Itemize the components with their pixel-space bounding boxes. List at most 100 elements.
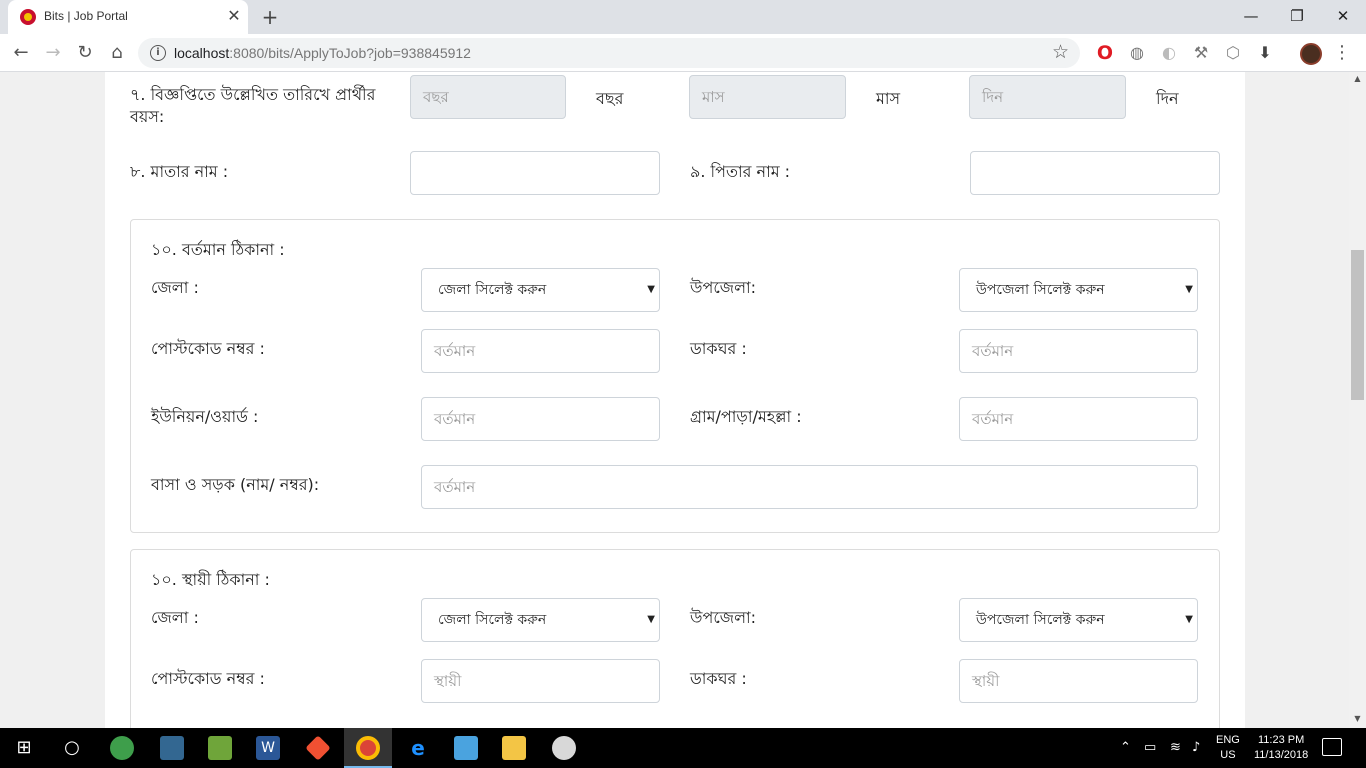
browser-toolbar: ← → ↻ ⌂ i localhost:8080/bits/ApplyToJob… bbox=[0, 34, 1366, 72]
globe-extension-icon[interactable]: ◍ bbox=[1126, 42, 1148, 64]
cortana-search-icon[interactable]: ○ bbox=[48, 728, 96, 768]
chevron-down-icon: ▼ bbox=[1185, 614, 1193, 625]
present-house-road-input[interactable]: বর্তমান bbox=[421, 465, 1198, 509]
lang-region: US bbox=[1220, 749, 1236, 761]
taskbar-app-word-icon[interactable]: W bbox=[244, 728, 292, 768]
home-icon[interactable]: ⌂ bbox=[104, 40, 130, 66]
taskbar-app-leaf-icon[interactable] bbox=[98, 728, 146, 768]
reload-icon[interactable]: ↻ bbox=[72, 40, 98, 66]
battery-icon[interactable]: ▭ bbox=[1144, 728, 1156, 768]
age-year-input[interactable]: বছর bbox=[410, 75, 566, 119]
taskbar-app-postgres-icon[interactable] bbox=[148, 728, 196, 768]
action-center-icon[interactable] bbox=[1322, 738, 1342, 756]
windows-start-icon[interactable]: ⊞ bbox=[0, 728, 48, 768]
taskbar-app-chrome-icon[interactable] bbox=[344, 728, 392, 768]
clock-time: 11:23 PM bbox=[1257, 734, 1305, 746]
present-district-value: জেলা সিলেক্ট করুন bbox=[438, 282, 547, 298]
age-day-unit: দিন bbox=[1156, 89, 1179, 108]
new-tab-button[interactable]: + bbox=[258, 5, 282, 29]
present-post-office-label: ডাকঘর : bbox=[690, 339, 747, 358]
mother-name-input[interactable] bbox=[410, 151, 660, 195]
browser-titlebar: Bits | Job Portal ✕ + — ❐ ✕ bbox=[0, 0, 1366, 34]
url-path: :8080/bits/ApplyToJob?job=938845912 bbox=[229, 45, 471, 61]
permanent-district-select[interactable]: জেলা সিলেক্ট করুন ▼ bbox=[421, 598, 660, 642]
present-district-select[interactable]: জেলা সিলেক্ট করুন ▼ bbox=[421, 268, 660, 312]
ghost-extension-icon[interactable]: ◐ bbox=[1158, 42, 1180, 64]
present-upazila-value: উপজেলা সিলেক্ট করুন bbox=[976, 282, 1105, 298]
taskbar-app-monitor-icon[interactable] bbox=[442, 728, 490, 768]
present-address-panel: ১০. বর্তমান ঠিকানা : জেলা : জেলা সিলেক্ট… bbox=[130, 219, 1220, 533]
present-union-label: ইউনিয়ন/ওয়ার্ড : bbox=[151, 407, 259, 426]
chevron-down-icon: ▼ bbox=[1185, 284, 1193, 295]
taskbar-app-edge-icon[interactable]: e bbox=[394, 728, 442, 768]
scrollbar-thumb[interactable] bbox=[1351, 250, 1364, 400]
tool-extension-icon[interactable]: ⚒ bbox=[1190, 42, 1212, 64]
permanent-post-office-label: ডাকঘর : bbox=[690, 669, 747, 688]
age-day-input[interactable]: দিন bbox=[969, 75, 1126, 119]
page-scrollbar[interactable]: ▲ ▼ bbox=[1349, 72, 1366, 728]
back-arrow-icon[interactable]: ← bbox=[8, 40, 34, 66]
permanent-upazila-label: উপজেলা: bbox=[690, 608, 757, 627]
wifi-icon[interactable]: ≋ bbox=[1170, 728, 1181, 768]
chevron-down-icon: ▼ bbox=[647, 614, 655, 625]
mother-name-label: ৮. মাতার নাম : bbox=[130, 162, 229, 181]
present-union-input[interactable]: বর্তমান bbox=[421, 397, 660, 441]
bookmark-star-icon[interactable]: ☆ bbox=[1052, 41, 1069, 63]
browser-tab[interactable]: Bits | Job Portal ✕ bbox=[8, 0, 248, 34]
tab-title: Bits | Job Portal bbox=[44, 9, 128, 23]
present-address-title: ১০. বর্তমান ঠিকানা : bbox=[151, 240, 285, 259]
scroll-up-arrow-icon[interactable]: ▲ bbox=[1349, 74, 1366, 86]
present-postcode-input[interactable]: বর্তমান bbox=[421, 329, 660, 373]
system-clock[interactable]: 11:23 PM 11/13/2018 bbox=[1254, 733, 1308, 763]
age-month-input[interactable]: মাস bbox=[689, 75, 846, 119]
present-post-office-input[interactable]: বর্তমান bbox=[959, 329, 1198, 373]
present-house-road-label: বাসা ও সড়ক (নাম/ নম্বর): bbox=[151, 475, 320, 494]
site-info-icon[interactable]: i bbox=[150, 45, 166, 61]
taskbar-app-folder-icon[interactable] bbox=[490, 728, 538, 768]
form-container: ৭. বিজ্ঞপ্তিতে উল্লেখিত তারিখে প্রার্থীর… bbox=[105, 72, 1245, 728]
browser-menu-icon[interactable]: ⋮ bbox=[1330, 40, 1354, 66]
window-minimize-button[interactable]: — bbox=[1228, 0, 1274, 32]
scroll-down-arrow-icon[interactable]: ▼ bbox=[1349, 714, 1366, 726]
cube-extension-icon[interactable]: ⬡ bbox=[1222, 42, 1244, 64]
permanent-upazila-select[interactable]: উপজেলা সিলেক্ট করুন ▼ bbox=[959, 598, 1198, 642]
father-name-label: ৯. পিতার নাম : bbox=[690, 162, 791, 181]
present-district-label: জেলা : bbox=[151, 278, 199, 297]
present-village-label: গ্রাম/পাড়া/মহল্লা : bbox=[690, 407, 802, 426]
url-host: localhost bbox=[174, 45, 230, 61]
present-upazila-select[interactable]: উপজেলা সিলেক্ট করুন ▼ bbox=[959, 268, 1198, 312]
permanent-postcode-input[interactable]: স্থায়ী bbox=[421, 659, 660, 703]
windows-taskbar: ⊞ ○ W e ⌃ ▭ ≋ ♪ ENG US 11:23 PM 11/13/20… bbox=[0, 728, 1366, 768]
chevron-down-icon: ▼ bbox=[647, 284, 655, 295]
clock-date: 11/13/2018 bbox=[1254, 749, 1309, 761]
download-icon[interactable]: ⬇ bbox=[1254, 42, 1276, 64]
age-month-unit: মাস bbox=[876, 89, 901, 108]
url-text[interactable]: localhost:8080/bits/ApplyToJob?job=93884… bbox=[174, 45, 471, 61]
forward-arrow-icon[interactable]: → bbox=[40, 40, 66, 66]
window-close-button[interactable]: ✕ bbox=[1320, 0, 1366, 32]
tab-close-icon[interactable]: ✕ bbox=[224, 6, 244, 26]
address-bar[interactable]: i localhost:8080/bits/ApplyToJob?job=938… bbox=[138, 38, 1080, 68]
present-upazila-label: উপজেলা: bbox=[690, 278, 757, 297]
permanent-postcode-label: পোস্টকোড নম্বর : bbox=[151, 669, 265, 688]
taskbar-app-paint-icon[interactable] bbox=[540, 728, 588, 768]
permanent-district-value: জেলা সিলেক্ট করুন bbox=[438, 612, 547, 628]
profile-avatar[interactable] bbox=[1300, 43, 1322, 65]
permanent-post-office-input[interactable]: স্থায়ী bbox=[959, 659, 1198, 703]
lang-code: ENG bbox=[1216, 734, 1240, 746]
permanent-address-panel: ১০. স্থায়ী ঠিকানা : জেলা : জেলা সিলেক্ট… bbox=[130, 549, 1220, 728]
present-postcode-label: পোস্টকোড নম্বর : bbox=[151, 339, 265, 358]
permanent-address-title: ১০. স্থায়ী ঠিকানা : bbox=[151, 570, 270, 589]
input-language-indicator[interactable]: ENG US bbox=[1216, 733, 1240, 763]
site-favicon-icon bbox=[20, 9, 36, 25]
present-village-input[interactable]: বর্তমান bbox=[959, 397, 1198, 441]
tray-chevron-up-icon[interactable]: ⌃ bbox=[1120, 728, 1131, 768]
father-name-input[interactable] bbox=[970, 151, 1220, 195]
age-year-unit: বছর bbox=[596, 89, 624, 108]
volume-icon[interactable]: ♪ bbox=[1192, 728, 1200, 768]
taskbar-app-notepad-icon[interactable] bbox=[196, 728, 244, 768]
page-viewport: ৭. বিজ্ঞপ্তিতে উল্লেখিত তারিখে প্রার্থীর… bbox=[0, 72, 1349, 728]
window-maximize-button[interactable]: ❐ bbox=[1274, 0, 1320, 32]
taskbar-app-git-icon[interactable] bbox=[294, 728, 342, 768]
opera-extension-icon[interactable]: O bbox=[1094, 42, 1116, 64]
